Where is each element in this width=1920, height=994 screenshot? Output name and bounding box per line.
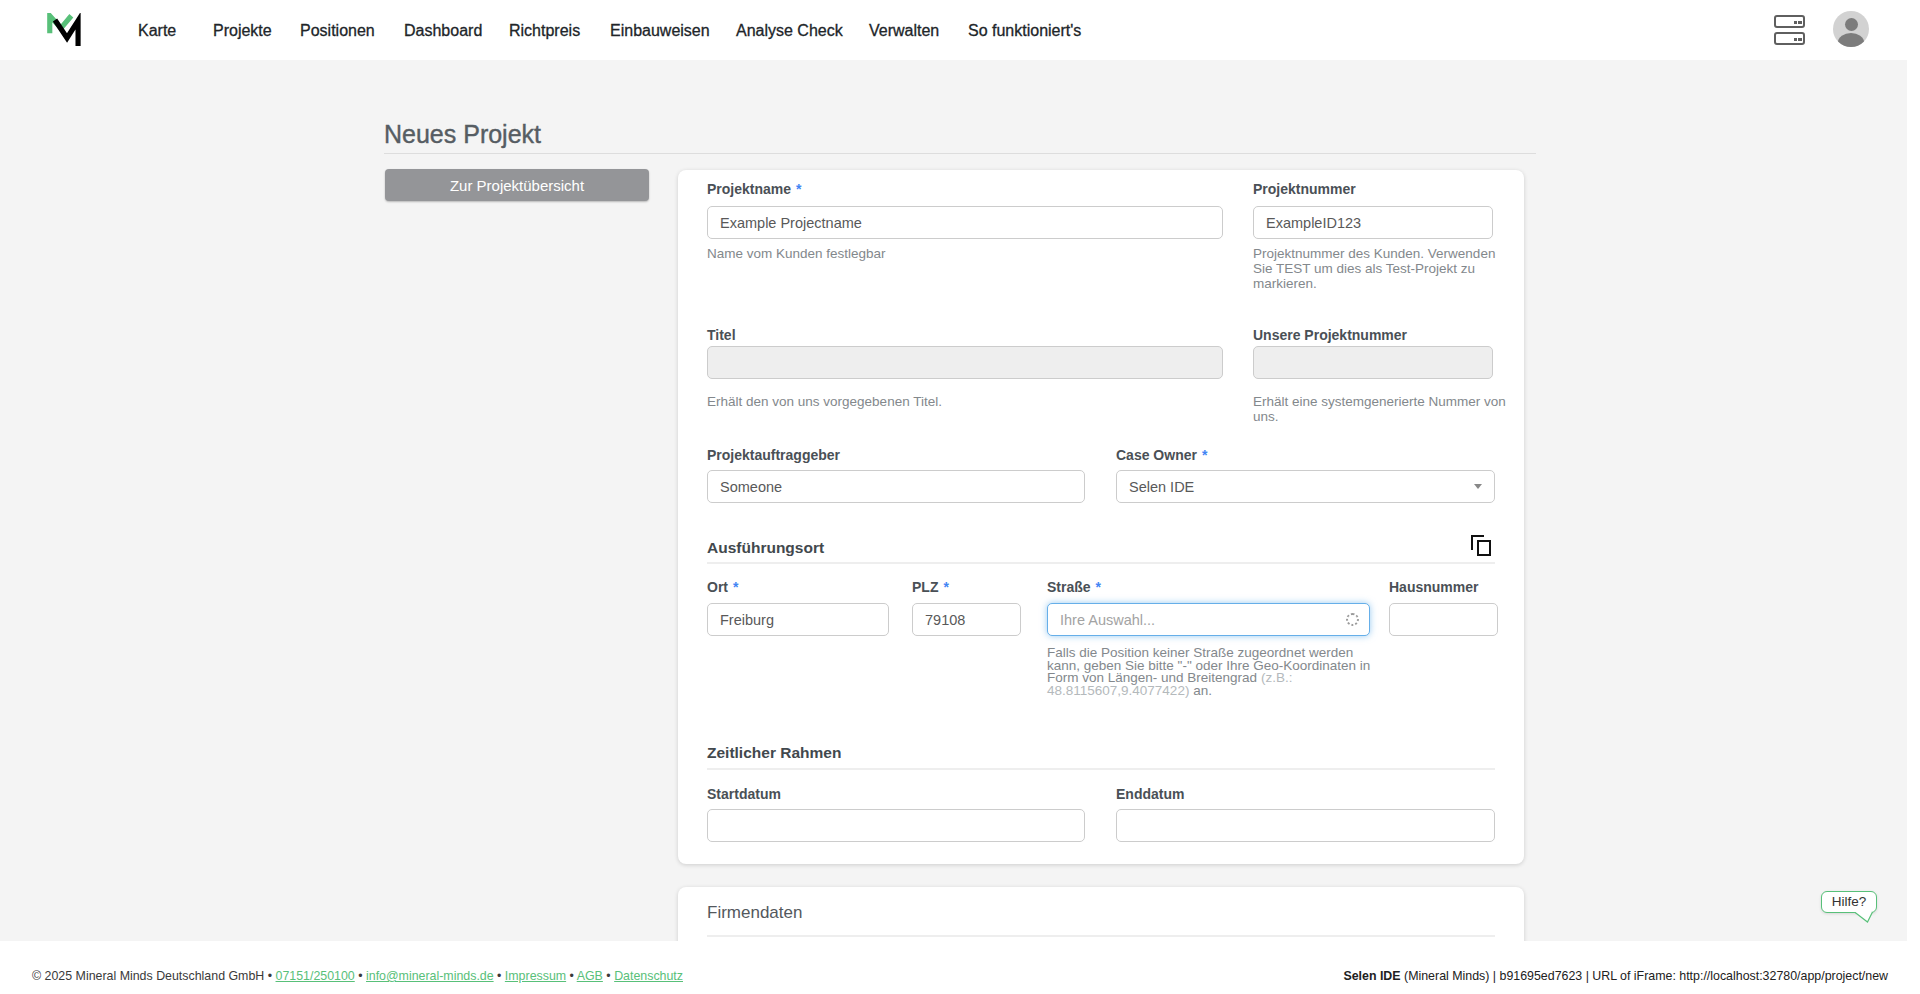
required-asterisk: * [1202, 447, 1207, 463]
project-form-card: Projektname* Name vom Kunden festlegbar … [678, 170, 1524, 864]
app: Karte Projekte Positionen Dashboard Rich… [0, 0, 1920, 994]
ort-input[interactable] [707, 603, 889, 636]
footer-link-email[interactable]: info@mineral-minds.de [366, 969, 494, 983]
footer-session-info: Selen IDE (Mineral Minds) | b91695ed7623… [1343, 969, 1888, 983]
nav-item-analyse-check[interactable]: Analyse Check [736, 22, 843, 40]
nav-item-so-funktionierts[interactable]: So funktioniert's [968, 22, 1081, 40]
projektnummer-input[interactable] [1253, 206, 1493, 239]
help-button-tail [1854, 912, 1874, 923]
enddatum-input[interactable] [1116, 809, 1495, 842]
nav-item-karte[interactable]: Karte [138, 22, 176, 40]
hint-titel: Erhält den von uns vorgegebenen Titel. [707, 394, 942, 409]
label-enddatum: Enddatum [1116, 786, 1184, 803]
label-projektname: Projektname* [707, 181, 802, 198]
server-icon[interactable] [1774, 15, 1806, 45]
label-case-owner: Case Owner* [1116, 447, 1207, 464]
nav-item-dashboard[interactable]: Dashboard [404, 22, 482, 40]
projektname-input[interactable] [707, 206, 1223, 239]
plz-input[interactable] [912, 603, 1021, 636]
unsere-projektnummer-input[interactable] [1253, 346, 1493, 379]
help-button[interactable]: Hilfe? [1821, 891, 1877, 913]
footer-link-impressum[interactable]: Impressum [505, 969, 566, 983]
label-projektauftraggeber: Projektauftraggeber [707, 447, 840, 464]
hausnummer-input[interactable] [1389, 603, 1498, 636]
hint-unsere-projektnummer: Erhält eine systemgenerierte Nummer von … [1253, 394, 1507, 424]
section-header-zeitlicher-rahmen: Zeitlicher Rahmen [707, 744, 841, 762]
required-asterisk: * [733, 579, 738, 595]
footer-link-agb[interactable]: AGB [577, 969, 603, 983]
mineral-minds-logo[interactable] [47, 13, 81, 47]
section-divider-zeitlicher-rahmen [707, 768, 1495, 770]
section-title-firmendaten: Firmendaten [707, 903, 802, 923]
copy-icon[interactable] [1471, 535, 1493, 557]
label-projektnummer: Projektnummer [1253, 181, 1356, 198]
loading-spinner-icon [1346, 613, 1359, 626]
back-to-projects-button[interactable]: Zur Projektübersicht [385, 169, 649, 201]
projektauftraggeber-input[interactable] [707, 470, 1085, 503]
required-asterisk: * [796, 181, 801, 197]
label-unsere-projektnummer: Unsere Projektnummer [1253, 327, 1407, 344]
scrollbar-track[interactable] [1907, 0, 1920, 994]
footer-link-datenschutz[interactable]: Datenschutz [614, 969, 683, 983]
label-ort: Ort* [707, 579, 738, 596]
footer-copyright: © 2025 Mineral Minds Deutschland GmbH [32, 969, 264, 983]
startdatum-input[interactable] [707, 809, 1085, 842]
section-divider-firmendaten [707, 935, 1495, 937]
section-divider-ausfuehrungsort [707, 562, 1495, 564]
nav-item-einbauweisen[interactable]: Einbauweisen [610, 22, 710, 40]
required-asterisk: * [943, 579, 948, 595]
strasse-input[interactable] [1047, 603, 1370, 636]
header: Karte Projekte Positionen Dashboard Rich… [0, 0, 1920, 60]
label-hausnummer: Hausnummer [1389, 579, 1478, 596]
hint-strasse: Falls die Position keiner Straße zugeord… [1047, 647, 1383, 697]
label-startdatum: Startdatum [707, 786, 781, 803]
footer-user: Selen IDE [1343, 969, 1400, 983]
nav-item-richtpreis[interactable]: Richtpreis [509, 22, 580, 40]
title-divider [384, 153, 1536, 154]
hint-projektname: Name vom Kunden festlegbar [707, 246, 886, 261]
label-titel: Titel [707, 327, 736, 344]
page-title: Neues Projekt [384, 120, 541, 149]
section-header-ausfuehrungsort: Ausführungsort [707, 539, 824, 557]
hint-projektnummer: Projektnummer des Kunden. Verwenden Sie … [1253, 246, 1507, 291]
titel-input[interactable] [707, 346, 1223, 379]
label-plz: PLZ* [912, 579, 949, 596]
footer: © 2025 Mineral Minds Deutschland GmbH • … [0, 941, 1920, 994]
required-asterisk: * [1096, 579, 1101, 595]
footer-link-phone[interactable]: 07151/250100 [276, 969, 355, 983]
label-strasse: Straße* [1047, 579, 1101, 596]
nav-item-projekte[interactable]: Projekte [213, 22, 272, 40]
nav-item-positionen[interactable]: Positionen [300, 22, 375, 40]
user-avatar-icon[interactable] [1833, 11, 1869, 47]
nav-item-verwalten[interactable]: Verwalten [869, 22, 939, 40]
footer-left: © 2025 Mineral Minds Deutschland GmbH • … [32, 969, 683, 983]
case-owner-select[interactable] [1116, 470, 1495, 503]
